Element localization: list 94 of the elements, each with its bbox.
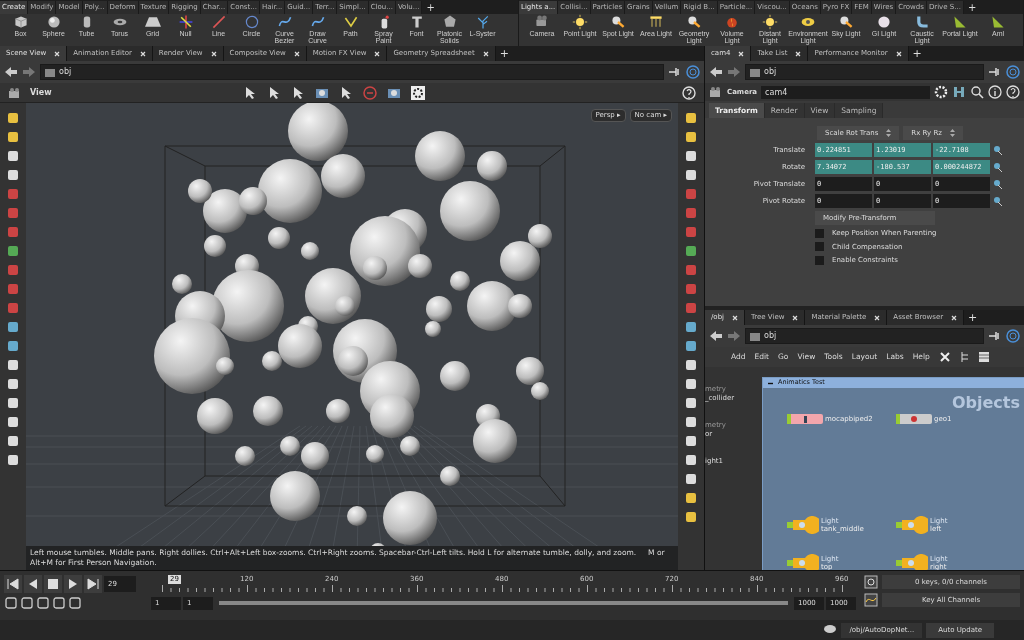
skip-start-icon[interactable] xyxy=(6,577,20,591)
playback-option-icon[interactable] xyxy=(4,596,18,610)
close-icon xyxy=(874,314,881,321)
close-icon xyxy=(210,50,217,57)
playback-option-icon[interactable] xyxy=(52,596,66,610)
handle-icon xyxy=(992,161,1004,173)
close-icon xyxy=(374,50,381,57)
search-icon xyxy=(970,85,984,99)
playback-option-icon[interactable] xyxy=(20,596,34,610)
spotlight-icon xyxy=(610,14,626,30)
range-slider-fill[interactable] xyxy=(219,601,788,605)
no-entry-icon[interactable] xyxy=(362,84,378,101)
area-light-icon xyxy=(648,14,664,30)
help-icon xyxy=(682,85,696,100)
add-tab-button[interactable]: + xyxy=(908,47,926,60)
path-field[interactable]: obj xyxy=(745,64,984,80)
add-tab-button[interactable]: + xyxy=(495,47,513,60)
line-icon xyxy=(210,14,227,30)
close-icon xyxy=(732,314,739,321)
gear-icon[interactable] xyxy=(410,84,426,101)
network-icon xyxy=(45,67,55,77)
close-icon xyxy=(293,50,300,57)
network-icon xyxy=(750,331,760,341)
context-label: Objects xyxy=(951,392,1020,414)
ball-icon xyxy=(876,14,892,30)
playback-option-icon[interactable] xyxy=(68,596,82,610)
back-arrow-icon xyxy=(709,66,723,78)
tree-list-icon xyxy=(959,351,970,363)
axes-icon xyxy=(177,14,194,30)
view-title: View xyxy=(30,86,52,99)
path-icon xyxy=(342,14,359,30)
target-icon xyxy=(1006,65,1020,79)
close-icon xyxy=(139,50,146,57)
camera-icon xyxy=(8,86,22,99)
light-bulb-icon[interactable] xyxy=(787,554,819,570)
forward-arrow-icon xyxy=(727,66,741,78)
handle-icon xyxy=(992,195,1004,207)
close-icon xyxy=(951,314,958,321)
add-tab-button[interactable]: + xyxy=(422,1,439,14)
target-icon xyxy=(686,65,700,79)
handle-icon xyxy=(992,178,1004,190)
h-logo-icon xyxy=(952,85,966,99)
circle-icon xyxy=(243,14,260,30)
cube-icon xyxy=(12,14,29,30)
node-name-field[interactable]: cam4 xyxy=(761,85,930,99)
target-icon xyxy=(1006,329,1020,343)
gear-icon xyxy=(934,85,948,99)
glow-icon xyxy=(572,14,588,30)
forward-arrow-icon xyxy=(727,330,741,342)
speech-bubble-icon xyxy=(823,624,838,636)
node-tile-icon[interactable] xyxy=(896,413,932,425)
spotlight-icon xyxy=(838,14,854,30)
node-tile-icon[interactable] xyxy=(787,413,823,425)
close-icon xyxy=(895,50,902,57)
stop-icon[interactable] xyxy=(46,577,60,591)
path-field[interactable]: obj xyxy=(745,328,984,344)
light-bulb-icon[interactable] xyxy=(896,516,928,534)
up-down-arrows-icon xyxy=(886,129,892,137)
pin-icon xyxy=(988,66,1002,78)
pin-icon xyxy=(988,330,1002,342)
up-down-arrows-icon xyxy=(950,129,955,137)
curve-icon xyxy=(864,593,878,607)
handle-icon xyxy=(992,144,1004,156)
add-tab-button[interactable]: + xyxy=(963,1,981,14)
close-icon xyxy=(738,50,745,57)
glow-icon xyxy=(762,14,778,30)
pin-icon xyxy=(668,66,682,78)
checkbox[interactable] xyxy=(815,255,824,265)
checkbox[interactable] xyxy=(815,228,824,238)
skip-end-icon[interactable] xyxy=(86,577,100,591)
light-bulb-icon[interactable] xyxy=(787,516,819,534)
info-icon xyxy=(988,85,1002,99)
close-icon xyxy=(792,314,799,321)
list-icon xyxy=(978,351,989,363)
playback-option-icon[interactable] xyxy=(36,596,50,610)
spotlight-icon xyxy=(686,14,702,30)
pipe-icon xyxy=(914,14,930,30)
close-icon xyxy=(795,50,802,57)
light-bulb-icon[interactable] xyxy=(896,554,928,570)
forward-arrow-icon xyxy=(22,66,36,78)
viewport[interactable] xyxy=(26,103,678,570)
sphere-icon xyxy=(45,14,62,30)
wedge-icon xyxy=(952,14,968,30)
help-icon xyxy=(1006,85,1020,99)
back-arrow-icon xyxy=(709,330,723,342)
network-icon xyxy=(750,67,760,77)
close-icon xyxy=(54,50,61,57)
wedge-icon xyxy=(990,14,1006,30)
back-arrow-icon xyxy=(4,66,18,78)
close-icon xyxy=(482,50,489,57)
camera-icon xyxy=(709,86,723,98)
path-field[interactable]: obj xyxy=(40,64,664,80)
checkbox[interactable] xyxy=(815,242,824,252)
add-tab-button[interactable]: + xyxy=(964,311,982,324)
